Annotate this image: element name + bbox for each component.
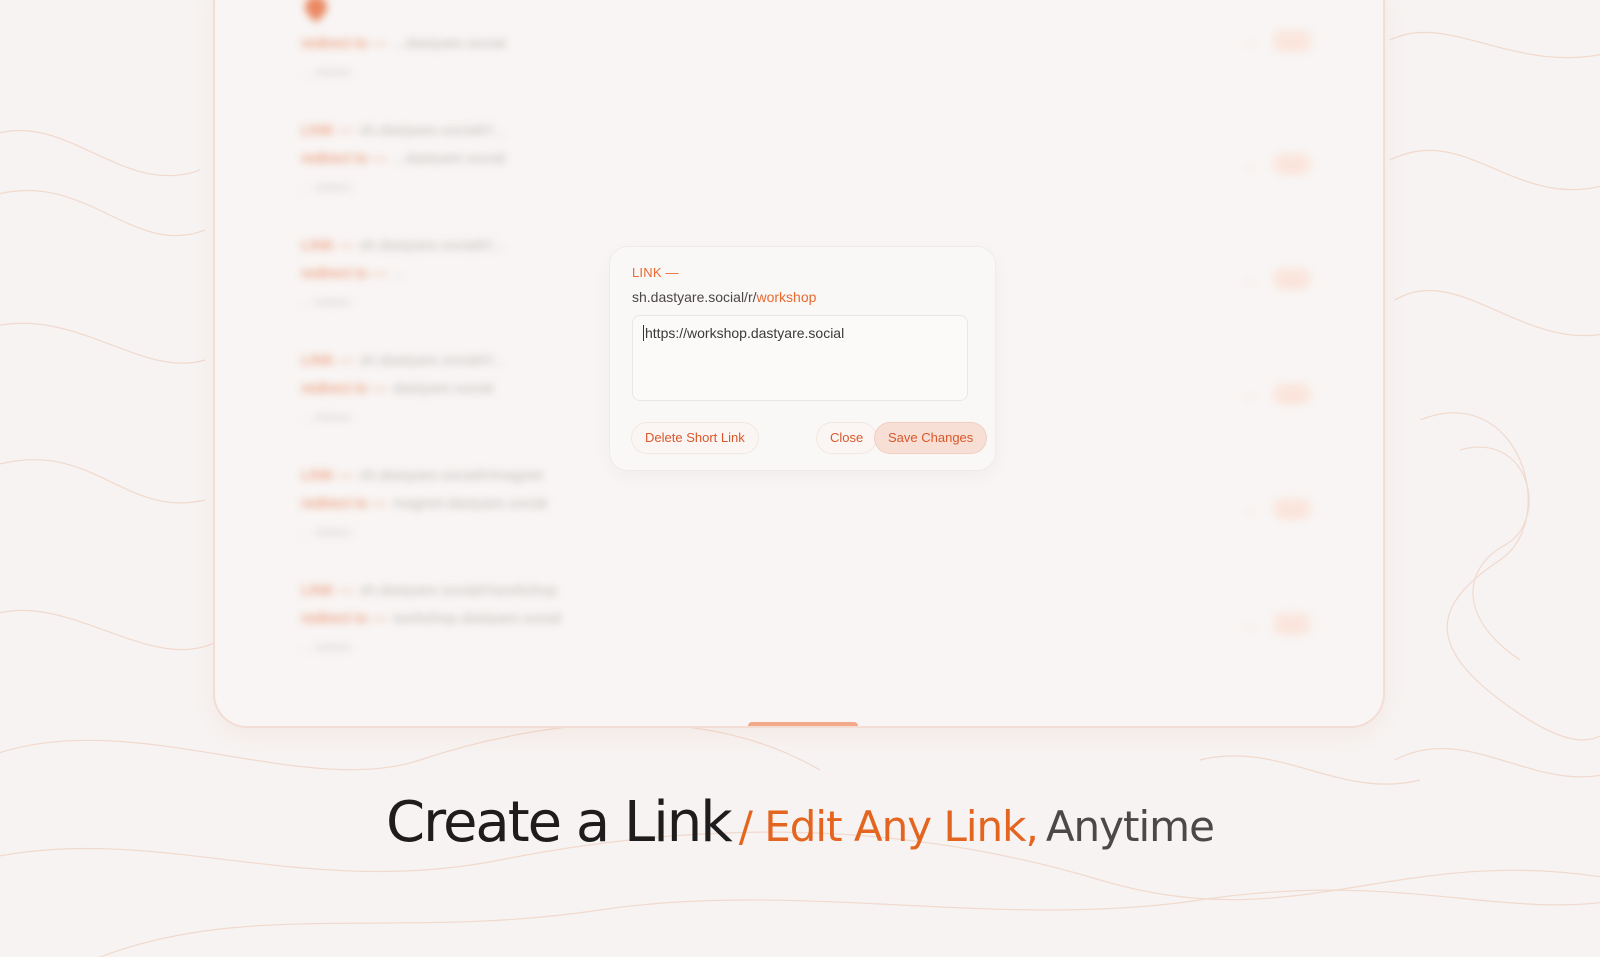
row-edit-button[interactable]: ... (1272, 30, 1311, 52)
row-edit-button[interactable]: ... (1272, 153, 1311, 175)
short-link: sh.dastyare.social/r/... (359, 352, 506, 369)
redirect-tag: redirect to — (301, 495, 387, 512)
headline-accent: / Edit Any Link, (738, 802, 1039, 851)
close-button[interactable]: Close (817, 423, 877, 453)
redirect-url: ... (392, 265, 406, 282)
short-link-path: sh.dastyare.social/r/workshop (632, 289, 816, 305)
short-link-slug: workshop (756, 289, 817, 305)
target-url-input[interactable]: https://workshop.dastyare.social (632, 315, 968, 401)
redirect-tag: redirect to — (301, 265, 387, 282)
redirect-tag: redirect to — (301, 150, 387, 167)
short-link: sh.dastyare.social/r/workshop (359, 582, 558, 599)
short-link: sh.dastyare.social/r/magnet (359, 467, 543, 484)
short-link: sh.dastyare.social/r/... (359, 237, 506, 254)
row-date: ... (1244, 502, 1255, 516)
row-date: ... (1244, 617, 1255, 631)
link-tag: LINK — (301, 352, 354, 369)
visit-count: ... visitors (301, 525, 352, 539)
visit-count: ... visitors (301, 180, 352, 194)
short-link: sh.dastyare.social/r/... (359, 122, 506, 139)
short-link-prefix: sh.dastyare.social/r/ (632, 289, 757, 305)
edit-link-dialog: LINK — sh.dastyare.social/r/workshop htt… (610, 247, 995, 470)
row-date: ... (1244, 387, 1255, 401)
redirect-url: ...dastyare.social (392, 150, 506, 167)
list-item: LINK — sh.dastyare.social/r/magnet redire… (301, 462, 1311, 572)
visit-count: ... visitors (301, 640, 352, 654)
row-edit-button[interactable]: ... (1272, 613, 1311, 635)
row-edit-button[interactable]: ... (1272, 268, 1311, 290)
delete-short-link-button[interactable]: Delete Short Link (632, 423, 758, 453)
visit-count: ... visitors (301, 65, 352, 79)
headline-main: Create a Link (386, 790, 733, 855)
headline-tail: Anytime (1045, 802, 1215, 851)
row-date: ... (1244, 157, 1255, 171)
promo-headline: Create a Link / Edit Any Link, Anytime (0, 790, 1600, 855)
row-date: ... (1244, 34, 1255, 48)
text-caret (643, 325, 644, 341)
row-edit-button[interactable]: ... (1272, 498, 1311, 520)
list-item: LINK — sh.dastyare.social/r/workshop redi… (301, 577, 1311, 687)
redirect-tag: redirect to — (301, 380, 387, 397)
redirect-tag: redirect to — (301, 35, 387, 52)
list-item: LINK — sh.dastyare.social/r/... redirect … (301, 117, 1311, 227)
redirect-url: ...dastyare.social (392, 35, 506, 52)
link-tag: LINK — (301, 582, 354, 599)
pin-icon (300, 0, 332, 23)
link-tag: LINK — (301, 237, 354, 254)
link-tag: LINK — (301, 122, 354, 139)
redirect-url: magnet.dastyare.social (392, 495, 548, 512)
target-url-value: https://workshop.dastyare.social (645, 325, 845, 341)
redirect-url: dastyare.social (392, 380, 493, 397)
dialog-link-label: LINK — (632, 265, 679, 280)
link-tag: LINK — (301, 467, 354, 484)
panel-handle (748, 722, 858, 726)
redirect-tag: redirect to — (301, 610, 387, 627)
row-edit-button[interactable]: ... (1272, 383, 1311, 405)
row-date: ... (1244, 272, 1255, 286)
save-changes-button[interactable]: Save Changes (875, 423, 987, 453)
redirect-url: workshop.dastyare.social (392, 610, 562, 627)
